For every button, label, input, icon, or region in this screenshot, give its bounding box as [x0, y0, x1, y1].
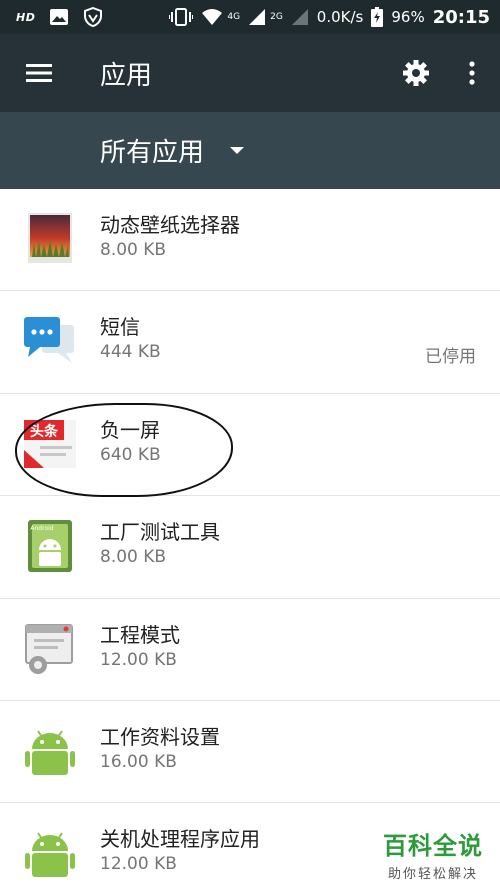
- app-name: 工作资料设置: [100, 724, 220, 749]
- app-list: 动态壁纸选择器 8.00 KB 短信 444 KB 已停用 头条 负一屏 640…: [0, 189, 500, 889]
- toutiao-icon-text: 头条: [30, 423, 59, 440]
- android-robot-icon: [25, 832, 75, 878]
- app-name: 动态壁纸选择器: [100, 213, 240, 237]
- app-size: 12.00 KB: [100, 649, 177, 670]
- app-list-item[interactable]: 工作资料设置 16.00 KB: [0, 701, 500, 804]
- battery-percent: 96%: [391, 8, 425, 26]
- watermark-subtitle: 助你轻松解决: [387, 867, 478, 882]
- messaging-icon: [24, 317, 74, 364]
- app-size: 640 KB: [100, 444, 161, 465]
- filter-label: 所有应用: [100, 138, 205, 168]
- app-name: 工程模式: [100, 622, 180, 647]
- gear-icon: [403, 60, 429, 86]
- more-options-button[interactable]: [444, 34, 500, 112]
- menu-icon: [26, 64, 52, 82]
- android-app-icon-text: Android: [30, 525, 53, 532]
- status-bar: HD 4G 2G 0.0K/s 96% 20:15: [0, 0, 500, 34]
- wifi-icon: [202, 9, 223, 25]
- app-size: 12.00 KB: [100, 854, 177, 875]
- app-status: 已停用: [425, 347, 476, 368]
- more-vert-icon: [469, 61, 475, 85]
- network2-label: 2G: [270, 11, 283, 22]
- app-size: 8.00 KB: [100, 240, 167, 260]
- android-app-icon: Android: [28, 520, 72, 573]
- live-wallpaper-icon: [28, 213, 72, 263]
- android-robot-icon: [25, 730, 75, 775]
- dropdown-arrow-icon: [230, 147, 245, 154]
- hd-label: HD: [16, 10, 36, 24]
- signal-empty-icon: [291, 9, 308, 25]
- battery-icon: [371, 7, 384, 27]
- app-list-item[interactable]: Android 工厂测试工具 8.00 KB: [0, 496, 500, 599]
- app-filter-dropdown[interactable]: 所有应用: [0, 112, 500, 189]
- vibrate-icon: [169, 8, 194, 26]
- engineering-mode-icon: [25, 623, 73, 674]
- app-list-item[interactable]: 工程模式 12.00 KB: [0, 599, 500, 701]
- app-list-item[interactable]: 头条 负一屏 640 KB: [0, 394, 500, 497]
- settings-button[interactable]: [388, 34, 444, 112]
- app-list-item[interactable]: 短信 444 KB 已停用: [0, 291, 500, 394]
- app-size: 444 KB: [100, 342, 161, 363]
- app-name: 负一屏: [100, 417, 160, 442]
- toutiao-icon: 头条: [24, 419, 76, 468]
- app-size: 16.00 KB: [100, 751, 177, 772]
- app-bar: 应用: [0, 34, 500, 112]
- app-size: 8.00 KB: [100, 547, 167, 568]
- page-title: 应用: [100, 60, 153, 91]
- menu-button[interactable]: [0, 34, 78, 112]
- watermark-title: 百科全说: [383, 832, 483, 860]
- net-speed: 0.0K/s: [316, 8, 364, 26]
- watermark: 百科全说 助你轻松解决: [372, 825, 494, 883]
- signal-icon: [249, 9, 266, 25]
- shield-icon: [84, 7, 103, 27]
- app-name: 工厂测试工具: [100, 520, 220, 545]
- app-list-item[interactable]: 动态壁纸选择器 8.00 KB: [0, 189, 500, 292]
- app-name: 关机处理程序应用: [100, 827, 260, 852]
- app-name: 短信: [100, 315, 140, 340]
- network-label: 4G: [227, 11, 241, 22]
- image-icon: [50, 9, 69, 25]
- clock: 20:15: [432, 6, 490, 28]
